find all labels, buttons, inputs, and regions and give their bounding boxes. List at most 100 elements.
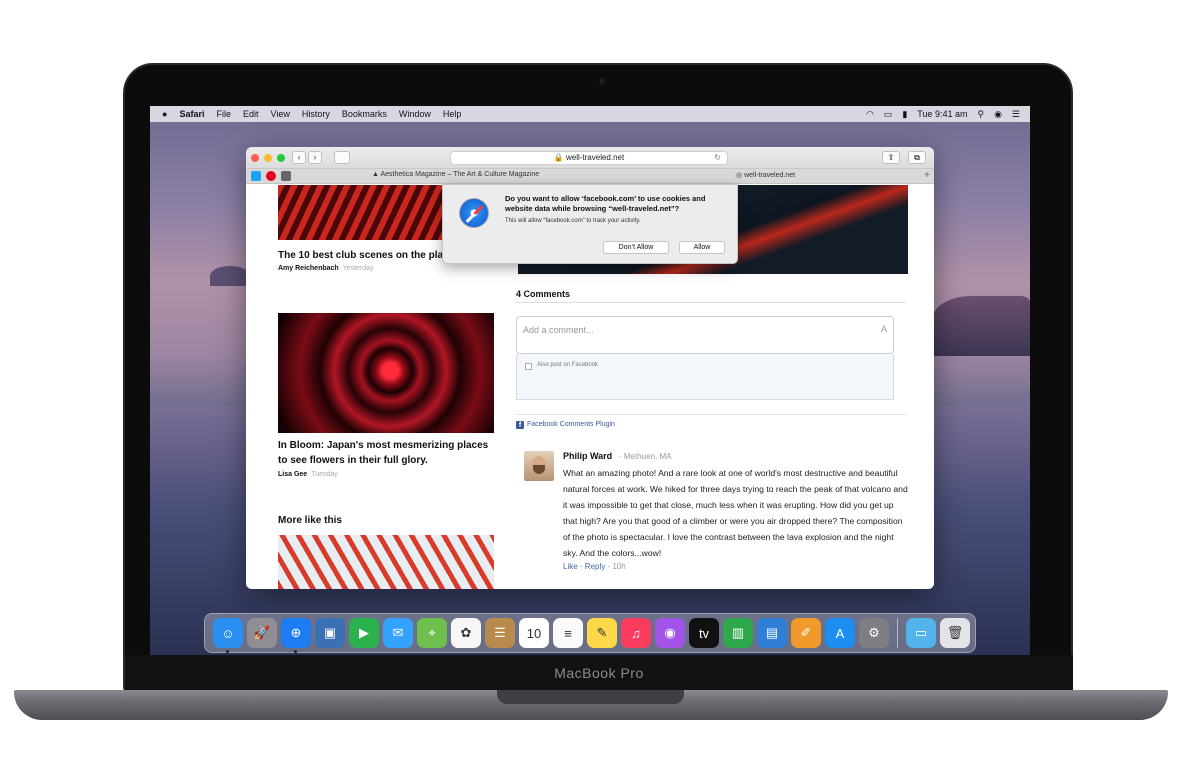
notification-center-icon[interactable]: ☰ [1012,109,1020,120]
facetime-icon[interactable]: ▶ [349,618,379,648]
commenter-name[interactable]: Philip Ward [563,451,612,461]
address-text: well-traveled.net [565,153,625,162]
podcasts-icon[interactable]: ◉ [655,618,685,648]
share-button[interactable]: ⇪ [882,151,900,164]
also-post-label: Also post on Facebook [537,362,599,368]
brand-label: MacBook Pro [554,665,644,681]
status-menus: ◠ ▭ ▮ Tue 9:41 am ⚲ ◉ ☰ [866,106,1020,122]
lock-icon: 🔒 [553,153,564,162]
show-tabs-button[interactable]: ⧉ [908,151,926,164]
divider [516,302,906,303]
menu-edit[interactable]: Edit [237,109,265,119]
address-bar[interactable]: 🔒 well-traveled.net ↻ [450,151,728,165]
comments-count: 4 Comments [516,289,571,299]
article-image[interactable] [278,535,494,589]
running-indicator [294,650,297,653]
wallpaper-island [210,266,250,286]
back-button[interactable]: ‹ [292,151,306,164]
safari-toolbar: ‹ › 🔒 well-traveled.net ↻ ⇪ ⧉ [246,147,934,169]
clock[interactable]: Tue 9:41 am [917,109,967,119]
article-meta: Amy Reichenbach Yesterday [278,265,374,272]
running-indicator [226,650,229,653]
menu-help[interactable]: Help [437,109,468,119]
pages-icon[interactable]: ✐ [791,618,821,648]
siri-icon[interactable]: ◉ [994,109,1002,120]
system-preferences-icon[interactable]: ⚙ [859,618,889,648]
safari-compass-icon [459,198,489,228]
like-link[interactable]: Like [563,562,578,571]
article-title[interactable]: In Bloom: Japan's most mesmerizing place… [278,438,498,468]
downloads-folder-icon[interactable]: ▭ [906,618,936,648]
spotlight-icon[interactable]: ⚲ [977,109,984,120]
apple-tv-icon[interactable]: tv [689,618,719,648]
menu-history[interactable]: History [296,109,336,119]
dock-separator [897,618,898,648]
calendar-icon[interactable]: 10 [519,618,549,648]
sidebar-toggle-button[interactable] [334,151,350,164]
post-options: Also post on Facebook [516,354,894,400]
dont-allow-button[interactable]: Don’t Allow [603,241,669,254]
menu-file[interactable]: File [210,109,237,119]
menu-app-name[interactable]: Safari [173,109,210,119]
pinterest-bookmark-icon[interactable] [266,171,276,181]
apple-menu-icon[interactable]: ● [150,109,173,119]
numbers-icon[interactable]: ▥ [723,618,753,648]
photo-booth-icon[interactable]: ▣ [315,618,345,648]
music-icon[interactable]: ♫ [621,618,651,648]
close-window-button[interactable] [251,153,259,162]
tab-aesthetica[interactable]: ▲ Aesthetica Magazine – The Art & Cultur… [372,171,539,178]
tab-bar: ▲ Aesthetica Magazine – The Art & Cultur… [246,169,934,184]
airplay-icon[interactable]: ▭ [884,109,893,120]
article-image[interactable] [278,313,494,433]
aesthetica-favicon-icon: ▲ [372,171,381,178]
divider [516,414,906,415]
avatar-beard [533,465,545,474]
wifi-icon[interactable]: ◠ [866,109,874,120]
compass-needle [465,205,484,223]
reminders-icon[interactable]: ≡ [553,618,583,648]
twitter-bookmark-icon[interactable] [251,171,261,181]
allow-button[interactable]: Allow [679,241,725,254]
safari-window: ‹ › 🔒 well-traveled.net ↻ ⇪ ⧉ ▲ Aestheti… [246,147,934,589]
tab-label: Aesthetica Magazine – The Art & Culture … [380,171,540,178]
wallpaper-cliff [932,296,1030,356]
reply-link[interactable]: Reply [585,562,605,571]
safari-icon[interactable]: ⊕ [281,618,311,653]
text-format-icon: A [880,324,887,334]
also-post-checkbox[interactable] [525,363,532,370]
article-author[interactable]: Lisa Gee [278,471,307,478]
app-store-icon[interactable]: A [825,618,855,648]
commenter-location: · Methuen, MA [619,452,672,461]
menu-view[interactable]: View [264,109,295,119]
dock: ☺ 🚀 ⊕ ▣ ▶ ✉ ⌖ ✿ ☰ 10 ≡ ✎ ♫ ◉ tv ▥ ▤ ✐ A ⚙ ▭ 🗑 [204,613,976,653]
more-like-this-heading: More like this [278,515,342,526]
forward-button[interactable]: › [308,151,322,164]
comment-text: What an amazing photo! And a rare look a… [563,468,908,558]
finder-icon[interactable]: ☺ [213,618,243,653]
messages-icon[interactable]: ✉ [383,618,413,648]
avatar[interactable] [524,451,554,481]
article-author[interactable]: Amy Reichenbach [278,265,339,272]
menu-bookmarks[interactable]: Bookmarks [336,109,393,119]
trash-icon[interactable]: 🗑 [940,618,970,648]
reload-icon[interactable]: ↻ [714,152,721,164]
menu-window[interactable]: Window [393,109,437,119]
new-tab-button[interactable]: + [924,170,930,181]
screen: ● Safari File Edit View History Bookmark… [150,106,1030,655]
battery-icon[interactable]: ▮ [902,109,907,120]
cookie-permission-dialog: Do you want to allow ‘facebook.com’ to u… [442,184,738,264]
tab-well-traveled[interactable]: ◎ well-traveled.net [736,171,795,179]
notes-icon[interactable]: ✎ [587,618,617,648]
minimize-window-button[interactable] [264,153,272,162]
pin-bookmark-icon[interactable] [281,171,291,181]
maps-icon[interactable]: ⌖ [417,618,447,648]
photos-icon[interactable]: ✿ [451,618,481,648]
keynote-icon[interactable]: ▤ [757,618,787,648]
comment-input[interactable]: Add a comment... A [516,316,894,354]
comments-plugin-link[interactable]: Facebook Comments Plugin [527,421,615,428]
dialog-title: Do you want to allow ‘facebook.com’ to u… [505,194,706,213]
zoom-window-button[interactable] [277,153,285,162]
camera [599,78,605,84]
contacts-icon[interactable]: ☰ [485,618,515,648]
launchpad-icon[interactable]: 🚀 [247,618,277,648]
